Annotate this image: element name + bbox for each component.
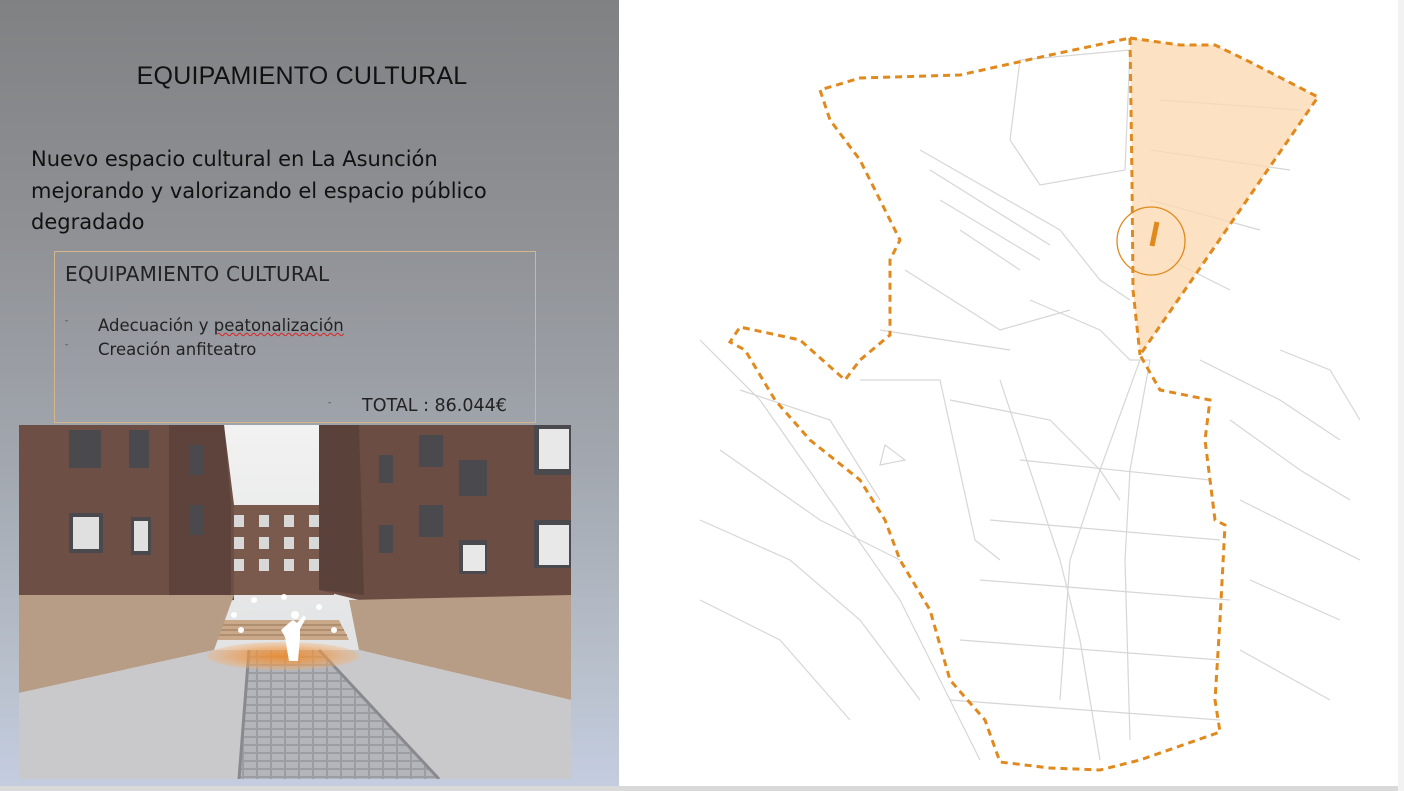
street-rendering-image — [19, 425, 571, 779]
summary-box: EQUIPAMIENTO CULTURAL - Adecuación y pea… — [54, 251, 536, 423]
right-border — [1398, 0, 1404, 791]
slide-subtitle: Nuevo espacio cultural en La Asunción me… — [31, 144, 571, 239]
bullet-marker: - — [65, 340, 69, 350]
bullet-marker: - — [65, 316, 69, 326]
subtitle-line: Nuevo espacio cultural en La Asunción — [31, 147, 438, 171]
highlighted-zone — [1130, 38, 1318, 355]
left-panel: EQUIPAMIENTO CULTURAL Nuevo espacio cult… — [0, 0, 619, 786]
slide-title: EQUIPAMIENTO CULTURAL — [136, 62, 468, 90]
box-title: EQUIPAMIENTO CULTURAL — [65, 262, 330, 286]
bottom-border — [0, 786, 1404, 791]
urban-map — [619, 0, 1404, 786]
subtitle-line: mejorando y valorizando el espacio públi… — [31, 178, 487, 203]
list-item: Adecuación y peatonalización — [98, 316, 344, 335]
list-item: Creación anfiteatro — [98, 340, 257, 359]
subtitle-line: degradado — [31, 210, 145, 234]
total-amount: TOTAL : 86.044€ — [362, 396, 507, 416]
bullet-marker: - — [328, 398, 332, 408]
